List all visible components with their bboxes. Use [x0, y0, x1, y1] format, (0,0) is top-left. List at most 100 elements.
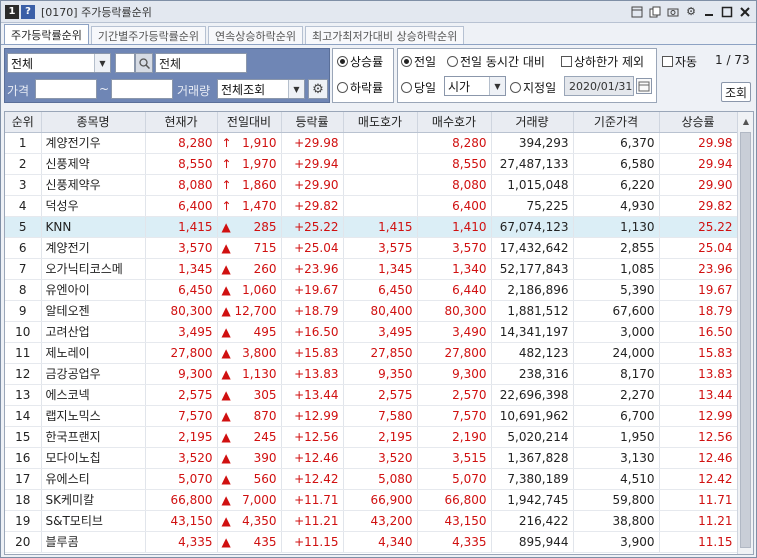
col-rise[interactable]: 상승률	[659, 112, 738, 133]
tab-period-change-ranking[interactable]: 기간별주가등락률순위	[90, 26, 207, 44]
table-row[interactable]: 9 알테오젠 80,300 ▲ 12,700 +18.79 80,400 80,300 1,88…	[5, 300, 738, 322]
code-input[interactable]	[115, 53, 135, 73]
price-from-input[interactable]	[35, 79, 97, 99]
cell-rate: +11.71	[281, 489, 344, 511]
cell-base-price: 3,000	[573, 321, 660, 343]
layout-icon[interactable]	[630, 5, 644, 19]
maximize-icon[interactable]	[720, 5, 734, 19]
change-wrap: ▲ 495	[222, 325, 277, 339]
radio-fall-dot[interactable]	[337, 82, 348, 93]
chevron-down-icon[interactable]: ▼	[489, 77, 505, 95]
col-base-price[interactable]: 기준가격	[573, 112, 660, 133]
help-badge[interactable]: ?	[21, 4, 35, 19]
screen-number-badge[interactable]: 1	[5, 4, 19, 19]
tab-consecutive-ranking[interactable]: 연속상승하락순위	[208, 26, 304, 44]
table-row[interactable]: 12 금강공업우 9,300 ▲ 1,130 +13.83 9,350 9,300 238,31…	[5, 363, 738, 385]
table-row[interactable]: 1 계양전기우 8,280 ↑ 1,910 +29.98 8,280 394,293 6,370…	[5, 132, 738, 154]
table-row[interactable]: 20 블루콤 4,335 ▲ 435 +11.15 4,340 4,335 895,944 3,9…	[5, 531, 738, 553]
col-volume[interactable]: 거래량	[491, 112, 574, 133]
table-row[interactable]: 8 유엔아이 6,450 ▲ 1,060 +19.67 6,450 6,440 2,186,89…	[5, 279, 738, 301]
radio-set-day[interactable]: 지정일	[510, 79, 556, 96]
col-change[interactable]: 전일대비	[217, 112, 282, 133]
radio-today[interactable]: 당일	[401, 79, 436, 96]
radio-today-dot[interactable]	[401, 82, 412, 93]
tab-high-low-ranking[interactable]: 최고가최저가대비 상승하락순위	[305, 26, 465, 44]
cell-rate: +12.99	[281, 405, 344, 427]
cell-rise: 25.04	[659, 237, 738, 259]
close-icon[interactable]	[738, 5, 752, 19]
change-wrap: ▲ 560	[222, 472, 277, 486]
checkbox-limit-exclude-box[interactable]	[561, 56, 572, 67]
price-to-input[interactable]	[111, 79, 173, 99]
table-row[interactable]: 3 신풍제약우 8,080 ↑ 1,860 +29.90 8,080 1,015,048 6,2…	[5, 174, 738, 196]
change-wrap: ▲ 1,060	[222, 283, 277, 297]
table-row[interactable]: 4 덕성우 6,400 ↑ 1,470 +29.82 6,400 75,225 4,930 29.…	[5, 195, 738, 217]
change-wrap: ▲ 305	[222, 388, 277, 402]
chevron-down-icon[interactable]: ▼	[94, 54, 110, 72]
today-price-select[interactable]: 시가 ▼	[444, 76, 506, 96]
table-row[interactable]: 15 한국프랜지 2,195 ▲ 245 +12.56 2,195 2,190 5,020,21…	[5, 426, 738, 448]
cell-change: ↑ 1,970	[217, 153, 282, 175]
col-rank[interactable]: 순위	[5, 112, 42, 133]
table-row[interactable]: 10 고려산업 3,495 ▲ 495 +16.50 3,495 3,490 14,341,19…	[5, 321, 738, 343]
table-row[interactable]: 2 신풍제약 8,550 ↑ 1,970 +29.94 8,550 27,487,133 6,5…	[5, 153, 738, 175]
scroll-thumb[interactable]	[740, 132, 751, 548]
gear-icon[interactable]: ⚙	[684, 5, 698, 19]
cell-ask: 6,450	[343, 279, 418, 301]
cell-base-price: 3,900	[573, 531, 660, 553]
table-row[interactable]: 13 에스코넥 2,575 ▲ 305 +13.44 2,575 2,570 22,696,39…	[5, 384, 738, 406]
radio-rise-dot[interactable]	[337, 56, 348, 67]
cell-change: ▲ 870	[217, 405, 282, 427]
date-input[interactable]: 2020/01/31	[564, 76, 634, 96]
stock-name-display[interactable]: 전체	[155, 53, 247, 73]
col-name[interactable]: 종목명	[41, 112, 146, 133]
market-select[interactable]: 전체 ▼	[7, 53, 111, 73]
vertical-scrollbar[interactable]: ▲	[737, 112, 753, 554]
radio-prev-same-time[interactable]: 전일 동시간 대비	[447, 53, 552, 70]
table-row[interactable]: 19 S&T모티브 43,150 ▲ 4,350 +11.21 43,200 43,150 21…	[5, 510, 738, 532]
settings-button[interactable]: ⚙	[308, 79, 328, 99]
table-row[interactable]: 18 SK케미칼 66,800 ▲ 7,000 +11.71 66,900 66,800 1,9…	[5, 489, 738, 511]
table-row[interactable]: 6 계양전기 3,570 ▲ 715 +25.04 3,575 3,570 17,432,642…	[5, 237, 738, 259]
cell-volume: 895,944	[491, 531, 574, 553]
change-value: 1,860	[242, 177, 277, 192]
col-rate[interactable]: 등락률	[281, 112, 344, 133]
up-arrow-icon: ▲	[221, 366, 231, 381]
table-row[interactable]: 11 제노레이 27,800 ▲ 3,800 +15.83 27,850 27,800 482,…	[5, 342, 738, 364]
col-bid[interactable]: 매수호가	[417, 112, 492, 133]
cell-base-price: 1,950	[573, 426, 660, 448]
search-button[interactable]	[135, 53, 153, 73]
col-price[interactable]: 현재가	[145, 112, 218, 133]
cell-volume: 17,432,642	[491, 237, 574, 259]
radio-rise[interactable]: 상승률	[337, 53, 383, 70]
cell-volume: 67,074,123	[491, 216, 574, 238]
volume-select[interactable]: 전체조회 ▼	[217, 79, 305, 99]
checkbox-auto-box[interactable]	[662, 56, 673, 67]
table-row[interactable]: 7 오가닉티코스메 1,345 ▲ 260 +23.96 1,345 1,340 52,177,…	[5, 258, 738, 280]
scroll-up-icon[interactable]: ▲	[738, 112, 753, 130]
radio-set-day-dot[interactable]	[510, 82, 521, 93]
table-row[interactable]: 14 랩지노믹스 7,570 ▲ 870 +12.99 7,580 7,570 10,691,9…	[5, 405, 738, 427]
cell-base-price: 6,220	[573, 174, 660, 196]
copy-icon[interactable]	[648, 5, 662, 19]
radio-prev-same-time-dot[interactable]	[447, 56, 458, 67]
radio-fall-label: 하락률	[350, 81, 384, 95]
change-wrap: ▲ 715	[222, 241, 277, 255]
radio-fall[interactable]: 하락률	[337, 79, 383, 96]
checkbox-auto[interactable]: 자동	[662, 53, 697, 70]
radio-prev-day[interactable]: 전일	[401, 53, 436, 70]
checkbox-limit-exclude[interactable]: 상하한가 제외	[561, 53, 654, 70]
table-row[interactable]: 17 유에스티 5,070 ▲ 560 +12.42 5,080 5,070 7,380,189…	[5, 468, 738, 490]
table-row[interactable]: 5 KNN 1,415 ▲ 285 +25.22 1,415 1,410 67,074,123 1…	[5, 216, 738, 238]
cell-name: 유엔아이	[41, 279, 146, 301]
table-row[interactable]: 16 모다이노칩 3,520 ▲ 390 +12.46 3,520 3,515 1,367,82…	[5, 447, 738, 469]
tab-price-change-ranking[interactable]: 주가등락률순위	[4, 24, 89, 44]
radio-prev-day-dot[interactable]	[401, 56, 412, 67]
query-button[interactable]: 조회	[721, 82, 751, 102]
chevron-down-icon[interactable]: ▼	[288, 80, 304, 98]
camera-icon[interactable]	[666, 5, 680, 19]
col-ask[interactable]: 매도호가	[343, 112, 418, 133]
minimize-icon[interactable]	[702, 5, 716, 19]
change-wrap: ▲ 12,700	[222, 304, 277, 318]
calendar-icon[interactable]	[636, 78, 652, 94]
